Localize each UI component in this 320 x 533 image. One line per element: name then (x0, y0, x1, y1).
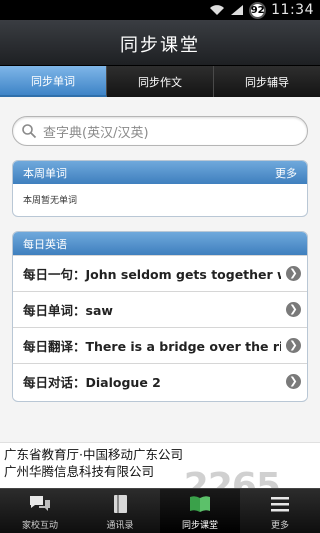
battery-indicator: 92 (249, 1, 267, 19)
nav-sync-classroom[interactable]: 同步课堂 (160, 489, 240, 533)
search-placeholder: 查字典(英汉/汉英) (43, 125, 149, 141)
chevron-right-icon: ❯ (286, 302, 301, 317)
nav-contacts[interactable]: 通讯录 (80, 489, 160, 533)
bottom-nav: 家校互动 通讯录 同步课堂 更多 (0, 488, 320, 533)
menu-lines-icon (271, 497, 289, 512)
list-item-label: 每日一句：John seldom gets together wit... (23, 267, 281, 282)
weekly-words-header: 本周单词 更多 (13, 161, 307, 184)
signal-icon (231, 5, 244, 15)
tab-label: 同步辅导 (245, 75, 289, 89)
tab-sync-composition[interactable]: 同步作文 (107, 66, 214, 97)
nav-label: 同步课堂 (181, 521, 218, 531)
title-bar: 同步课堂 (0, 20, 320, 66)
nav-label: 家校互动 (21, 521, 58, 531)
tab-label: 同步作文 (138, 75, 182, 89)
open-book-icon (190, 496, 210, 512)
list-item-label: 每日翻译：There is a bridge over the river. (23, 339, 281, 354)
chat-bubbles-icon (30, 496, 50, 511)
daily-sentence-item[interactable]: 每日一句：John seldom gets together wit... ❯ (13, 255, 307, 291)
tab-sync-words[interactable]: 同步单词 (0, 66, 107, 97)
tab-label: 同步单词 (31, 74, 75, 88)
daily-english-panel: 每日英语 每日一句：John seldom gets together wit.… (12, 231, 308, 402)
list-item-label: 每日单词：saw (23, 303, 113, 318)
address-book-icon (114, 495, 127, 513)
tab-bar: 同步单词 同步作文 同步辅导 (0, 66, 320, 97)
footer-line-1: 广东省教育厅·中国移动广东公司 (4, 447, 183, 462)
chevron-right-icon: ❯ (286, 374, 301, 389)
chevron-right-icon: ❯ (286, 338, 301, 353)
page-title: 同步课堂 (120, 35, 200, 56)
nav-home-school[interactable]: 家校互动 (0, 489, 80, 533)
daily-word-item[interactable]: 每日单词：saw ❯ (13, 291, 307, 327)
wifi-icon (210, 5, 225, 15)
weekly-words-title: 本周单词 (23, 166, 67, 180)
weekly-words-panel: 本周单词 更多 本周暂无单词 (12, 160, 308, 217)
main-content: 查字典(英汉/汉英) 本周单词 更多 本周暂无单词 每日英语 每日一句：John… (0, 97, 320, 487)
tab-sync-tutoring[interactable]: 同步辅导 (214, 66, 320, 97)
status-clock: 11:34 (271, 2, 314, 18)
chevron-right-icon: ❯ (286, 266, 301, 281)
dictionary-search-input[interactable]: 查字典(英汉/汉英) (12, 116, 308, 146)
daily-english-header: 每日英语 (13, 232, 307, 255)
daily-translation-item[interactable]: 每日翻译：There is a bridge over the river. ❯ (13, 327, 307, 363)
list-item-label: 每日对话：Dialogue 2 (23, 375, 161, 390)
nav-label: 更多 (270, 521, 289, 531)
weekly-words-empty-text: 本周暂无单词 (23, 196, 78, 206)
status-bar: 92 11:34 (0, 0, 320, 20)
nav-label: 通讯录 (106, 521, 134, 531)
daily-english-title: 每日英语 (23, 237, 67, 251)
daily-dialogue-item[interactable]: 每日对话：Dialogue 2 ❯ (13, 363, 307, 399)
search-icon (22, 124, 37, 139)
nav-more[interactable]: 更多 (240, 489, 320, 533)
more-button[interactable]: 更多 (275, 165, 297, 181)
